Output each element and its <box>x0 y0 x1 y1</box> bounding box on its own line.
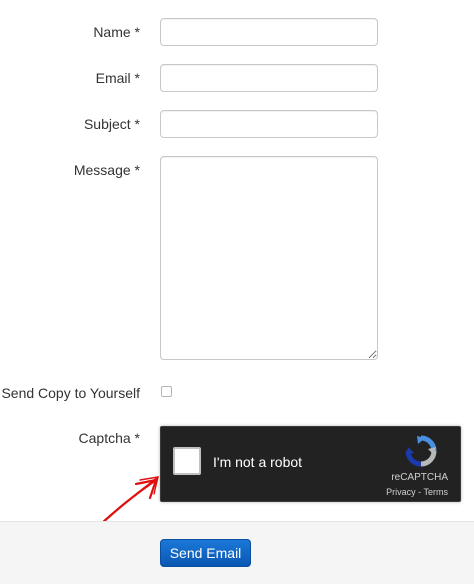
name-field[interactable] <box>160 18 378 46</box>
recaptcha-widget: I'm not a robot reCAPTCHA Privacy - Term… <box>160 426 461 502</box>
subject-field[interactable] <box>160 110 378 138</box>
links-separator: - <box>415 487 424 497</box>
send-copy-checkbox[interactable] <box>161 386 172 397</box>
recaptcha-label: I'm not a robot <box>213 454 303 470</box>
email-field[interactable] <box>160 64 378 92</box>
privacy-link[interactable]: Privacy <box>386 487 416 497</box>
name-label: Name * <box>93 24 140 40</box>
recaptcha-brand: reCAPTCHA <box>391 472 448 483</box>
send-email-button[interactable]: Send Email <box>160 539 251 567</box>
message-label: Message * <box>73 162 140 178</box>
subject-label: Subject * <box>83 116 140 132</box>
recaptcha-logo-icon <box>405 435 437 467</box>
terms-link[interactable]: Terms <box>424 487 449 497</box>
send-copy-label: Send Copy to Yourself <box>1 385 140 401</box>
recaptcha-links: Privacy - Terms <box>386 487 448 497</box>
email-label: Email * <box>95 70 140 86</box>
message-field[interactable] <box>160 156 378 360</box>
